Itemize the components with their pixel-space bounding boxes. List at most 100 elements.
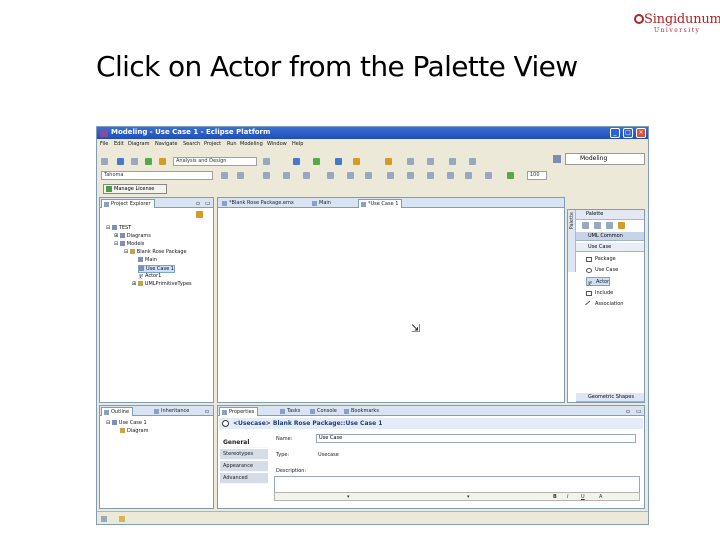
text-tool-icon[interactable] bbox=[618, 222, 625, 229]
perspective-switcher[interactable]: Modeling bbox=[565, 153, 645, 165]
new-icon[interactable] bbox=[101, 158, 108, 165]
category-appearance[interactable]: Appearance bbox=[220, 461, 268, 472]
palette-item-use-case[interactable]: Use Case bbox=[586, 266, 618, 275]
order-icon[interactable] bbox=[407, 172, 414, 179]
close-button[interactable]: × bbox=[636, 128, 646, 138]
tab-use-case-1[interactable]: *Use Case 1 bbox=[358, 199, 403, 208]
menu-navigate[interactable]: Navigate bbox=[155, 141, 177, 147]
arrange-icon[interactable] bbox=[387, 172, 394, 179]
annotation-icon[interactable] bbox=[385, 158, 392, 165]
category-general[interactable]: General bbox=[220, 437, 268, 448]
minimize-view-icon[interactable]: ▫ bbox=[196, 200, 200, 207]
category-stereotypes[interactable]: Stereotypes bbox=[220, 449, 268, 460]
minimize-button[interactable]: _ bbox=[610, 128, 620, 138]
run-icon[interactable] bbox=[145, 158, 152, 165]
menu-project[interactable]: Project bbox=[204, 141, 221, 147]
tree-item-use-case-1[interactable]: Use Case 1 bbox=[138, 265, 175, 273]
manage-license-button[interactable]: Manage License bbox=[103, 184, 167, 194]
menu-search[interactable]: Search bbox=[183, 141, 200, 147]
palette-item-package[interactable]: Package bbox=[586, 255, 616, 264]
font-dropdown-icon[interactable]: ▾ bbox=[347, 494, 350, 500]
palette-item-association[interactable]: Association bbox=[585, 300, 623, 309]
bold-icon[interactable] bbox=[221, 172, 228, 179]
minimize-view-icon[interactable]: ▫ bbox=[626, 408, 630, 415]
italic-button[interactable]: I bbox=[567, 494, 568, 500]
format-icon[interactable] bbox=[327, 172, 334, 179]
diagram-editor[interactable]: *Blank Rose Package.emx Main *Use Case 1… bbox=[217, 197, 565, 403]
palette-vertical-tab[interactable]: Palette bbox=[568, 210, 576, 272]
open-type-icon[interactable] bbox=[335, 158, 342, 165]
note-tool-icon[interactable] bbox=[606, 222, 613, 229]
palette-drawer-geometric-shapes[interactable]: Geometric Shapes bbox=[576, 393, 644, 402]
tab-main[interactable]: Main bbox=[310, 199, 334, 208]
tab-bookmarks[interactable]: Bookmarks bbox=[342, 407, 382, 416]
open-perspective-icon[interactable] bbox=[553, 155, 561, 163]
tree-item-models[interactable]: ⊟ Models bbox=[114, 241, 144, 247]
menu-file[interactable]: File bbox=[100, 141, 108, 147]
router-icon[interactable] bbox=[465, 172, 472, 179]
tab-inheritance[interactable]: Inheritance bbox=[152, 407, 192, 416]
category-advanced[interactable]: Advanced bbox=[220, 473, 268, 484]
maximize-button[interactable]: □ bbox=[623, 128, 633, 138]
palette-item-include[interactable]: Include bbox=[586, 289, 613, 298]
bold-button[interactable]: B bbox=[553, 494, 557, 500]
tab-tasks[interactable]: Tasks bbox=[278, 407, 303, 416]
line-color-icon[interactable] bbox=[303, 172, 310, 179]
italic-icon[interactable] bbox=[237, 172, 244, 179]
tree-item-primitive-types[interactable]: ⊞ UMLPrimitiveTypes bbox=[132, 281, 192, 287]
forward-icon[interactable] bbox=[427, 158, 434, 165]
outline-item-use-case-1[interactable]: ⊟ Use Case 1 bbox=[106, 420, 147, 426]
palette-item-actor[interactable]: 웃 Actor bbox=[586, 277, 611, 287]
tab-project-explorer[interactable]: Project Explorer bbox=[101, 199, 155, 208]
tab-properties[interactable]: Properties bbox=[219, 407, 259, 416]
print-icon[interactable] bbox=[131, 158, 138, 165]
align-icon[interactable] bbox=[347, 172, 354, 179]
tab-console[interactable]: Console bbox=[308, 407, 340, 416]
tree-item-blank-package[interactable]: ⊟ Blank Rose Package bbox=[124, 249, 187, 255]
underline-button[interactable]: U bbox=[581, 494, 585, 500]
link-editor-icon[interactable] bbox=[196, 211, 203, 218]
name-field[interactable]: Use Case bbox=[316, 434, 636, 443]
select-icon[interactable] bbox=[427, 172, 434, 179]
menu-run[interactable]: Run bbox=[227, 141, 237, 147]
menu-edit[interactable]: Edit bbox=[114, 141, 124, 147]
new-class-icon[interactable] bbox=[313, 158, 320, 165]
menu-modeling[interactable]: Modeling bbox=[240, 141, 263, 147]
distribute-icon[interactable] bbox=[365, 172, 372, 179]
font-color-button[interactable]: A bbox=[599, 494, 602, 500]
outline-item-diagram[interactable]: Diagram bbox=[120, 428, 148, 434]
build-icon[interactable] bbox=[263, 158, 270, 165]
fill-color-icon[interactable] bbox=[283, 172, 290, 179]
minimize-view-icon[interactable]: ▫ bbox=[205, 408, 209, 415]
tab-blank-rose-package[interactable]: *Blank Rose Package.emx bbox=[220, 199, 297, 208]
menu-help[interactable]: Help bbox=[292, 141, 303, 147]
menu-window[interactable]: Window bbox=[267, 141, 287, 147]
select-tool-icon[interactable] bbox=[582, 222, 589, 229]
connector-icon[interactable] bbox=[485, 172, 492, 179]
palette-drawer-uml-common[interactable]: UML Common bbox=[576, 232, 644, 241]
maximize-view-icon[interactable]: ▭ bbox=[636, 408, 642, 415]
zoom-tool-icon[interactable] bbox=[594, 222, 601, 229]
search-icon[interactable] bbox=[353, 158, 360, 165]
tree-item-diagrams[interactable]: ⊞ Diagrams bbox=[114, 233, 151, 239]
save-icon[interactable] bbox=[117, 158, 124, 165]
debug-icon[interactable] bbox=[159, 158, 166, 165]
tree-item-actor1[interactable]: 웃 Actor1 bbox=[138, 273, 161, 280]
size-dropdown-icon[interactable]: ▾ bbox=[467, 494, 470, 500]
pause-icon[interactable] bbox=[293, 158, 300, 165]
tree-item-test[interactable]: ⊟ TEST bbox=[106, 225, 131, 231]
analysis-combo[interactable]: Analysis and Design bbox=[173, 157, 257, 166]
palette-drawer-use-case[interactable]: Use Case bbox=[576, 243, 644, 252]
zoom-combo[interactable]: 100 bbox=[527, 171, 547, 180]
tab-outline[interactable]: Outline bbox=[101, 407, 134, 416]
maximize-view-icon[interactable]: ▭ bbox=[205, 200, 211, 207]
font-combo[interactable]: Tahoma bbox=[101, 171, 213, 180]
font-color-icon[interactable] bbox=[263, 172, 270, 179]
history-icon[interactable] bbox=[469, 158, 476, 165]
zoom-icon[interactable] bbox=[507, 172, 514, 179]
menu-diagram[interactable]: Diagram bbox=[128, 141, 149, 147]
link-icon[interactable] bbox=[449, 158, 456, 165]
tree-item-main[interactable]: Main bbox=[138, 257, 157, 263]
back-icon[interactable] bbox=[407, 158, 414, 165]
group-icon[interactable] bbox=[447, 172, 454, 179]
